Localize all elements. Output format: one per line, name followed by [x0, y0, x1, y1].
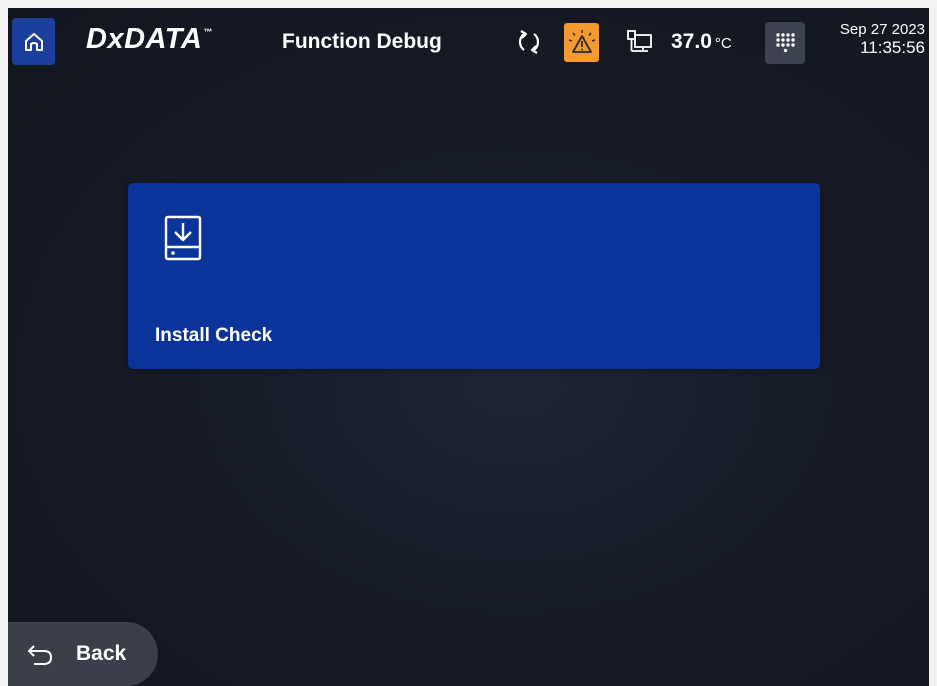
home-button[interactable] — [12, 18, 55, 65]
temperature-unit: °C — [714, 35, 732, 52]
top-bar: DxDATA ™ Function Debug 37.0 °C Sep 27 2… — [8, 8, 929, 76]
brand-trademark: ™ — [203, 27, 213, 37]
network-icon — [627, 30, 652, 52]
warning-icon — [568, 29, 595, 53]
brand-logo: DxDATA ™ — [86, 22, 213, 56]
alert-button[interactable] — [564, 23, 599, 62]
temperature-readout: 37.0 °C — [671, 29, 732, 57]
keypad-icon — [776, 33, 795, 53]
install-check-label: Install Check — [155, 325, 273, 346]
keypad-button[interactable] — [765, 22, 805, 64]
page-title: Function Debug — [282, 30, 442, 53]
install-check-card[interactable]: Install Check — [128, 183, 820, 369]
sync-icon[interactable] — [515, 28, 543, 56]
date-time-display: Sep 27 2023 11:35:56 — [840, 21, 925, 57]
current-date: Sep 27 2023 — [839, 21, 925, 38]
home-icon — [24, 32, 43, 51]
back-label: Back — [76, 642, 127, 665]
install-download-icon — [164, 215, 202, 261]
current-time: 11:35:56 — [860, 38, 925, 57]
temperature-value: 37.0 — [671, 30, 712, 53]
back-button[interactable]: Back — [8, 622, 158, 686]
brand-name: DxDATA — [86, 23, 203, 55]
app-screen: DxDATA ™ Function Debug 37.0 °C Sep 27 2… — [8, 8, 929, 686]
back-arrow-icon — [28, 645, 53, 665]
